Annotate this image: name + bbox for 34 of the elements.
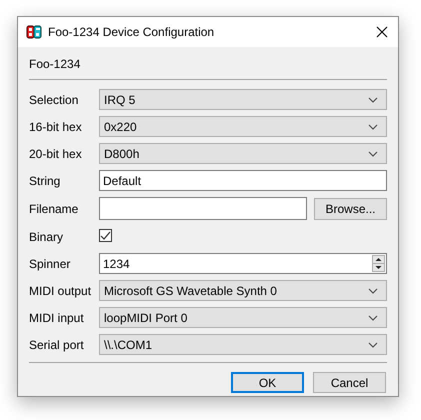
close-icon[interactable] [376, 26, 388, 38]
filename-field[interactable] [99, 197, 307, 220]
window-title: Foo-1234 Device Configuration [48, 25, 216, 39]
dropdown[interactable]: D800h [99, 143, 387, 164]
field-label: Filename [29, 202, 80, 216]
dropdown[interactable]: IRQ 5 [99, 89, 387, 110]
dropdown[interactable]: Microsoft GS Wavetable Synth 0 [99, 280, 387, 301]
chevron-down-icon [368, 288, 378, 294]
browse-button[interactable]: Browse... [314, 198, 387, 220]
text-field[interactable]: Default [99, 170, 387, 191]
checkbox[interactable] [99, 229, 112, 242]
spinner-field[interactable]: 1234 [99, 253, 387, 274]
device-name: Foo-1234 [29, 56, 82, 73]
field-label: MIDI output [29, 284, 92, 298]
field-label: Selection [29, 92, 80, 106]
field-label: Serial port [29, 338, 85, 352]
spin-arrows-icon[interactable] [372, 255, 385, 272]
field-label: 16-bit hex [29, 120, 83, 134]
chevron-down-icon [368, 342, 378, 348]
chevron-down-icon [368, 124, 378, 130]
app-icon [26, 24, 42, 40]
field-label: Binary [29, 230, 64, 244]
ok-button[interactable]: OK [231, 372, 304, 393]
field-label: String [29, 174, 62, 188]
field-label: 20-bit hex [29, 146, 83, 160]
dropdown[interactable]: 0x220 [99, 116, 387, 137]
field-label: MIDI input [29, 310, 85, 324]
chevron-down-icon [368, 150, 378, 156]
chevron-down-icon [368, 314, 378, 320]
chevron-down-icon [368, 96, 378, 102]
dropdown[interactable]: \\.\COM1 [99, 334, 387, 355]
field-label: Spinner [29, 256, 72, 270]
cancel-button[interactable]: Cancel [313, 372, 386, 393]
dropdown[interactable]: loopMIDI Port 0 [99, 307, 387, 328]
